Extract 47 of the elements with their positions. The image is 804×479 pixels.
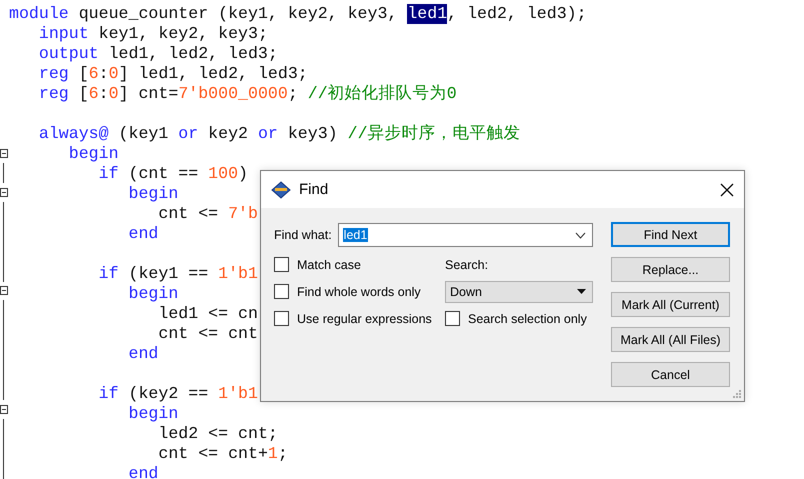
code-line: cnt <= cnt+1; [158, 444, 288, 464]
code-line: always@ (key1 or key2 or key3) //异步时序，电平触发 [38, 124, 521, 144]
search-direction-dropdown[interactable]: Down [445, 280, 593, 302]
dialog-button[interactable]: Mark All (All Files) [611, 327, 730, 352]
dialog-button[interactable]: Mark All (Current) [611, 292, 730, 317]
code-line: if (cnt == 100) [98, 164, 248, 184]
selected-text: led1 [407, 4, 448, 24]
resize-grip-icon[interactable] [733, 390, 742, 399]
code-line: led1 <= cn [158, 304, 258, 324]
dialog-button[interactable]: Replace... [611, 257, 730, 282]
code-line: end [128, 344, 158, 364]
code-text: , led2, led3); [447, 4, 587, 24]
dialog-title: Find [299, 181, 330, 198]
option-checkbox[interactable]: Match case [274, 257, 445, 272]
dialog-button[interactable]: Find Next [611, 222, 730, 247]
code-line: cnt <= 7'b [158, 204, 258, 224]
option-checkbox[interactable]: Use regular expressions [274, 311, 445, 326]
dialog-button[interactable]: Cancel [611, 362, 730, 387]
code-line: begin [128, 184, 178, 204]
code-line: reg [6:0] led1, led2, led3; [38, 64, 308, 84]
search-label: Search: [445, 258, 490, 272]
code-line: end [128, 224, 158, 244]
code-line: begin [68, 144, 119, 164]
code-text: queue_counter (key1, key2, key3, [78, 4, 398, 24]
option-checkbox[interactable]: Find whole words only [274, 284, 445, 299]
code-line: begin [128, 284, 178, 304]
fold-collapse-icon[interactable] [0, 405, 8, 414]
field-label: Find what: [274, 228, 332, 242]
code-line: if (key1 == 1'b1 [98, 264, 258, 284]
code-line: end [128, 464, 158, 479]
code-line: if (key2 == 1'b1 [98, 384, 258, 404]
fold-collapse-icon[interactable] [0, 188, 8, 197]
code-line: cnt <= cnt [158, 324, 258, 344]
code-line: led2 <= cnt; [158, 424, 278, 444]
code-text: module [9, 4, 69, 24]
chevron-down-icon[interactable] [575, 232, 586, 238]
code-line: reg [6:0] cnt=7'b000_0000; //初始化排队号为0 [38, 84, 457, 104]
code-line: input key1, key2, key3; [38, 24, 268, 44]
code-line: begin [128, 404, 178, 424]
app-icon [271, 180, 291, 200]
code-line: output led1, led2, led3; [38, 44, 278, 64]
option-checkbox[interactable]: Search selection only [445, 311, 593, 326]
find-what-field[interactable]: led1 [338, 223, 593, 247]
caret-icon [577, 289, 586, 294]
fold-collapse-icon[interactable] [0, 148, 8, 158]
fold-collapse-icon[interactable] [0, 286, 8, 296]
close-icon[interactable] [720, 182, 734, 196]
